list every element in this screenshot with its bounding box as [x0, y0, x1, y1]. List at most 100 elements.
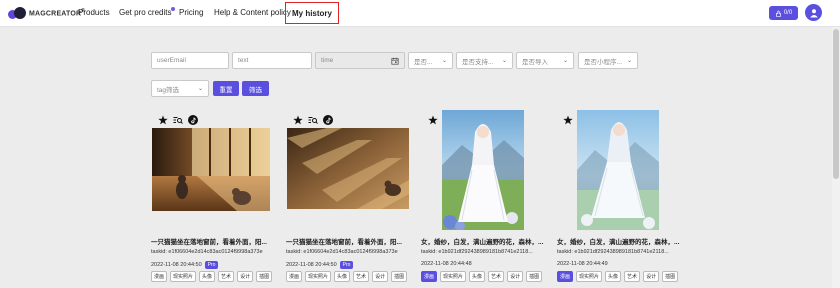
select-2-value: 是否支持...: [462, 58, 494, 66]
tag-chip[interactable]: 头像: [199, 271, 216, 282]
card-taskid: taskid: e1f06604e2d14c83ac0124f9998a373e: [151, 249, 263, 255]
tag-chip[interactable]: 艺术: [488, 271, 505, 282]
tiktok-icon[interactable]: [323, 115, 333, 125]
pro-badge: Pro: [204, 261, 219, 269]
select-4-value: 是否小程序...: [584, 58, 622, 66]
card-date-row: 2022-11-08 20:44:49: [557, 261, 608, 267]
card-date-row: 2022-11-08 20:44:48: [421, 261, 472, 267]
tag-chip[interactable]: 现实照片: [440, 271, 467, 282]
tag-chip[interactable]: 头像: [334, 271, 351, 282]
tag-chip[interactable]: 设计: [643, 271, 660, 282]
tag-chip[interactable]: 插图: [526, 271, 543, 282]
tag-chip[interactable]: 插图: [391, 271, 408, 282]
card-date: 2022-11-08 20:44:50: [151, 262, 202, 268]
generated-image-bride-valley[interactable]: [577, 110, 659, 230]
card-date: 2022-11-08 20:44:50: [286, 262, 337, 268]
chevron-down-icon: ⌄: [441, 58, 447, 64]
tag-chip[interactable]: 艺术: [353, 271, 370, 282]
search-similar-icon[interactable]: [308, 115, 318, 125]
nav-pro-credits[interactable]: Get pro credits: [119, 7, 176, 17]
user-email-input[interactable]: userEmail: [151, 52, 229, 69]
credits-icon: [775, 10, 781, 17]
card-taskid: taskid: e1f06604e2d14c83ac0124f9998a373e: [286, 249, 398, 255]
card-tags: 漫画 现实照片 头像 艺术 设计 插图: [421, 271, 543, 282]
card-actions: [158, 114, 198, 126]
user-avatar[interactable]: [805, 4, 822, 21]
tiktok-icon[interactable]: [188, 115, 198, 125]
tag-chip[interactable]: 艺术: [624, 271, 641, 282]
tag-chip[interactable]: 现实照片: [576, 271, 603, 282]
tag-chip[interactable]: 设计: [237, 271, 254, 282]
logo-mark-icon: [8, 7, 28, 19]
star-icon[interactable]: [293, 115, 303, 125]
text-placeholder: text: [238, 57, 249, 64]
nav-my-history[interactable]: My history: [285, 2, 339, 24]
reset-button[interactable]: 重置: [213, 81, 239, 96]
select-3-value: 是否导入: [522, 58, 548, 66]
select-filter-2[interactable]: 是否支持... ⌄: [456, 52, 513, 69]
tag-chip-active[interactable]: 漫画: [421, 271, 438, 282]
nav-help[interactable]: Help & Content policy: [214, 8, 291, 17]
generated-image-bride-meadow[interactable]: [442, 110, 524, 230]
pro-badge: Pro: [339, 261, 354, 269]
card-taskid: taskid: e1b921df292438989181b8741e2118..…: [557, 249, 669, 255]
chevron-down-icon: ⌄: [626, 58, 632, 64]
card-actions: [293, 114, 333, 126]
tag-chip[interactable]: 漫画: [286, 271, 303, 282]
card-tags: 漫画 现实照片 头像 艺术 设计 插图: [557, 271, 679, 282]
tag-chip[interactable]: 漫画: [151, 271, 168, 282]
card-tags: 漫画 现实照片 头像 艺术 设计 插图: [151, 271, 273, 282]
card-date: 2022-11-08 20:44:49: [557, 261, 608, 267]
tag-chip-active[interactable]: 漫画: [557, 271, 574, 282]
scrollbar-thumb[interactable]: [833, 29, 839, 179]
tag-chip[interactable]: 艺术: [218, 271, 235, 282]
nav-pricing[interactable]: Pricing: [179, 8, 203, 17]
select-filter-4[interactable]: 是否小程序... ⌄: [578, 52, 638, 69]
select-1-value: 是否...: [414, 58, 433, 66]
card-title: 女，婚纱，白发，满山遍野的花，森林，...: [557, 239, 680, 246]
filter-button[interactable]: 筛选: [242, 81, 269, 96]
page-scrollbar[interactable]: [832, 27, 840, 288]
reset-button-label: 重置: [219, 86, 233, 94]
tag-chip[interactable]: 头像: [605, 271, 622, 282]
card-title: 女，婚纱，白发，满山遍野的花，森林，...: [421, 239, 544, 246]
time-picker[interactable]: time: [315, 52, 405, 69]
filter-button-label: 筛选: [249, 86, 262, 94]
star-icon[interactable]: [428, 115, 438, 125]
card-title: 一只猫猫坐在落地窗前，看着外面，阳...: [151, 239, 267, 246]
top-navbar: MAGCREATOR® Products Get pro credits Pri…: [0, 0, 840, 27]
tag-chip[interactable]: 现实照片: [305, 271, 332, 282]
tag-filter-select[interactable]: tag筛选 ⌄: [151, 80, 209, 97]
select-filter-1[interactable]: 是否... ⌄: [408, 52, 453, 69]
time-placeholder: time: [321, 57, 334, 64]
generated-image-cat-sunlit-window[interactable]: [152, 128, 270, 211]
tag-chip[interactable]: 插图: [662, 271, 679, 282]
select-filter-3[interactable]: 是否导入 ⌄: [516, 52, 574, 69]
tag-chip[interactable]: 插图: [256, 271, 273, 282]
text-input[interactable]: text: [232, 52, 312, 69]
chevron-down-icon: ⌄: [562, 58, 568, 64]
tag-chip[interactable]: 现实照片: [170, 271, 197, 282]
star-icon[interactable]: [563, 115, 573, 125]
tag-chip[interactable]: 设计: [507, 271, 524, 282]
nav-products[interactable]: Products: [78, 8, 110, 17]
card-date: 2022-11-08 20:44:48: [421, 261, 472, 267]
calendar-icon: [391, 57, 399, 65]
nav-pro-credits-label: Get pro credits: [119, 8, 172, 17]
card-taskid: taskid: e1b921df292438989181b8741e2118..…: [421, 249, 533, 255]
search-similar-icon[interactable]: [173, 115, 183, 125]
user-icon: [809, 8, 818, 17]
tag-filter-value: tag筛选: [157, 86, 180, 94]
credits-value: 0/0: [783, 10, 793, 16]
logo[interactable]: MAGCREATOR®: [8, 7, 85, 19]
logo-text: MAGCREATOR: [29, 10, 82, 18]
credits-button[interactable]: 0/0: [769, 6, 798, 20]
nav-my-history-label: My history: [291, 8, 332, 18]
star-icon[interactable]: [158, 115, 168, 125]
tag-chip[interactable]: 设计: [372, 271, 389, 282]
notification-dot: [171, 7, 176, 11]
tag-chip[interactable]: 头像: [469, 271, 486, 282]
generated-image-cat-shadows[interactable]: [287, 128, 409, 209]
chevron-down-icon: ⌄: [197, 86, 203, 92]
card-title: 一只猫猫坐在落地窗前，看着外面，阳...: [286, 239, 402, 246]
